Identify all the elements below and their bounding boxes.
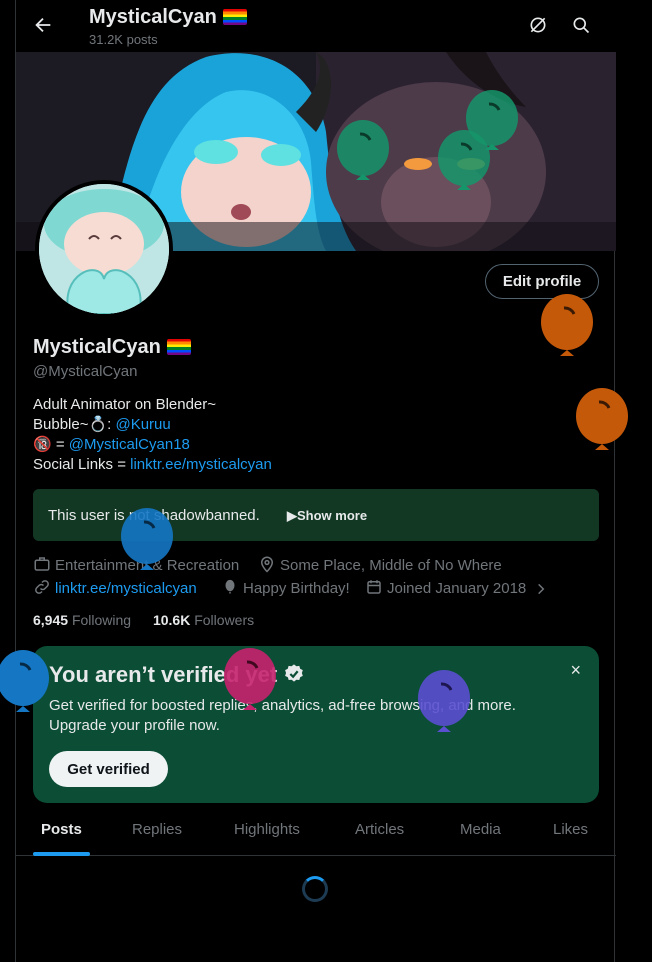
tab-media[interactable]: Media: [460, 821, 501, 838]
back-arrow-icon[interactable]: [32, 14, 54, 36]
link-icon: [35, 580, 49, 594]
verification-card: You aren’t verified yet × Get verified f…: [33, 646, 599, 803]
follow-counts: 6,945 Following 10.6K Followers: [33, 612, 254, 628]
loading-spinner: [302, 876, 328, 902]
verified-badge-icon: [285, 664, 304, 682]
profile-location: Some Place, Middle of No Where: [258, 555, 502, 574]
tab-highlights[interactable]: Highlights: [234, 821, 300, 838]
balloon-icon: [0, 650, 49, 712]
rainbow-flag-icon: [166, 339, 191, 355]
bio-line: 🔞 = @MysticalCyan18: [33, 436, 190, 453]
website-link[interactable]: linktr.ee/mysticalcyan: [55, 580, 197, 597]
bio-line: Adult Animator on Blender~: [33, 396, 217, 413]
location-pin-icon: [260, 556, 274, 573]
profile-joined: Joined January 2018: [365, 578, 552, 597]
profile-column: MysticalCyan 31.2K posts Edit profile My…: [15, 0, 616, 962]
header-title: MysticalCyan: [89, 6, 247, 29]
following-link[interactable]: 6,945 Following: [33, 612, 131, 628]
search-icon[interactable]: [571, 15, 591, 35]
profile-tabs: Posts Replies Highlights Articles Media …: [16, 805, 616, 856]
tab-replies[interactable]: Replies: [132, 821, 182, 838]
balloon-icon: [121, 508, 173, 570]
balloon-icon: [576, 388, 628, 450]
bio-line: Bubble~💍: @Kuruu: [33, 416, 171, 433]
profile-birthday: Happy Birthday!: [221, 578, 350, 597]
tab-likes[interactable]: Likes: [553, 821, 588, 838]
followers-link[interactable]: 10.6K Followers: [153, 612, 254, 628]
profile-avatar[interactable]: [35, 180, 173, 318]
calendar-icon: [367, 580, 381, 594]
briefcase-icon: [34, 557, 50, 571]
profile-website: linktr.ee/mysticalcyan: [33, 578, 197, 597]
profile-handle: @MysticalCyan: [33, 363, 138, 380]
balloon-icon: [337, 120, 389, 180]
active-tab-indicator: [33, 852, 90, 856]
balloon-icon: [541, 294, 593, 356]
grok-icon[interactable]: [528, 15, 548, 35]
post-count: 31.2K posts: [89, 32, 158, 47]
profile-bio: Adult Animator on Blender~ Bubble~💍: @Ku…: [33, 395, 272, 475]
profile-display-name: MysticalCyan: [33, 336, 191, 359]
tab-articles[interactable]: Articles: [355, 821, 404, 838]
tab-posts[interactable]: Posts: [41, 821, 82, 838]
show-more-button[interactable]: ▶Show more: [287, 508, 367, 524]
rainbow-flag-icon: [222, 9, 247, 25]
balloon-icon: [418, 670, 470, 732]
get-verified-button[interactable]: Get verified: [49, 751, 168, 787]
verification-description: Get verified for boosted replies, analyt…: [49, 697, 516, 734]
bio-mention-link[interactable]: @MysticalCyan18: [69, 436, 190, 453]
bio-line: Social Links = linktr.ee/mysticalcyan: [33, 456, 272, 473]
bio-mention-link[interactable]: @Kuruu: [115, 416, 170, 433]
play-triangle-icon: ▶: [287, 508, 297, 523]
bio-url-link[interactable]: linktr.ee/mysticalcyan: [130, 456, 272, 473]
chevron-right-icon[interactable]: [534, 582, 548, 596]
close-icon[interactable]: ×: [570, 660, 581, 681]
avatar-artwork: [39, 184, 169, 314]
balloon-icon: [224, 648, 276, 710]
top-bar: MysticalCyan 31.2K posts: [16, 0, 616, 52]
avatar-image: [39, 184, 169, 314]
balloon-icon: [225, 579, 235, 594]
balloon-icon: [438, 130, 490, 190]
shadowban-notice: This user is not shadowbanned. ▶Show mor…: [33, 489, 599, 541]
